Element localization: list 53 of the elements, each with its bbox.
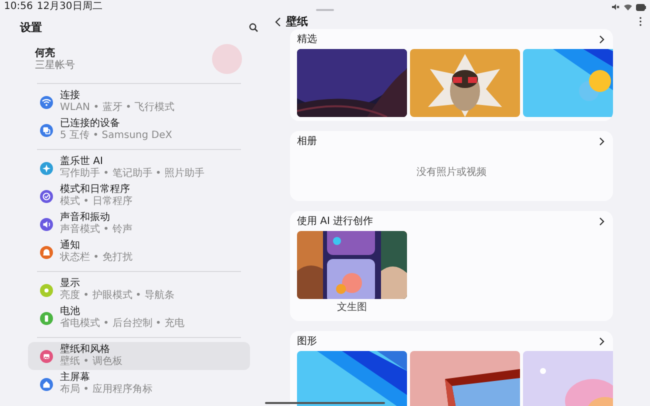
- settings-item[interactable]: 显示 亮度 • 护眼模式 • 导航条: [28, 276, 250, 304]
- item-title: 主屏幕: [60, 372, 91, 384]
- section-title: 相册: [297, 134, 317, 148]
- status-time: 10:56: [4, 1, 33, 13]
- chevron-icon[interactable]: [599, 336, 605, 346]
- item-subtitle: 亮度 • 护眼模式 • 导航条: [60, 290, 175, 302]
- settings-item[interactable]: 壁纸和风格 壁纸 • 调色板: [28, 342, 250, 370]
- item-subtitle: 布局 • 应用程序角标: [60, 384, 152, 396]
- item-subtitle: 声音模式 • 铃声: [60, 224, 132, 236]
- page-title: 设置: [20, 20, 42, 34]
- search-icon[interactable]: [249, 22, 258, 32]
- empty-message: 没有照片或视频: [416, 166, 488, 180]
- item-title: 显示: [60, 278, 81, 290]
- item-subtitle: 模式 • 日常程序: [60, 196, 132, 208]
- page-title: 壁纸: [286, 14, 309, 29]
- item-title: 通知: [60, 240, 81, 252]
- item-title: 模式和日常程序: [60, 184, 131, 196]
- section-title: 图形: [297, 335, 317, 348]
- item-subtitle: WLAN • 蓝牙 • 飞行模式: [60, 102, 175, 114]
- item-subtitle: 省电模式 • 后台控制 • 充电: [60, 318, 185, 330]
- mute-icon: [612, 3, 620, 11]
- settings-item[interactable]: 连接 WLAN • 蓝牙 • 飞行模式: [28, 88, 250, 116]
- drag-handle[interactable]: [316, 9, 334, 11]
- item-title: 壁纸和风格: [60, 344, 111, 356]
- item-title: 已连接的设备: [60, 118, 121, 130]
- more-icon[interactable]: [639, 17, 642, 26]
- account-label: 三星帐号: [35, 60, 75, 72]
- section-title: 使用 AI 进行创作: [297, 214, 374, 228]
- wifi-icon: [624, 3, 632, 11]
- item-subtitle: 写作助手 • 笔记助手 • 照片助手: [60, 168, 205, 180]
- settings-item[interactable]: 通知 状态栏 • 免打扰: [28, 238, 250, 266]
- settings-item[interactable]: 声音和振动 声音模式 • 铃声: [28, 210, 250, 238]
- tile-caption: 文生图: [337, 302, 367, 314]
- chevron-icon[interactable]: [599, 34, 605, 44]
- section-title: 精选: [297, 32, 317, 46]
- item-subtitle: 5 互传 • Samsung DeX: [60, 130, 172, 142]
- chevron-icon[interactable]: [599, 216, 605, 226]
- item-title: 电池: [60, 306, 81, 318]
- settings-item[interactable]: 已连接的设备 5 互传 • Samsung DeX: [28, 116, 250, 144]
- item-subtitle: 状态栏 • 免打扰: [60, 252, 132, 264]
- item-title: 盖乐世 AI: [60, 156, 104, 168]
- settings-item[interactable]: 主屏幕 布局 • 应用程序角标: [28, 370, 250, 398]
- item-title: 连接: [60, 90, 81, 102]
- item-subtitle: 壁纸 • 调色板: [60, 356, 122, 368]
- settings-item[interactable]: 模式和日常程序 模式 • 日常程序: [28, 182, 250, 210]
- back-icon[interactable]: [274, 16, 282, 26]
- settings-item[interactable]: 电池 省电模式 • 后台控制 • 充电: [28, 304, 250, 332]
- chevron-icon[interactable]: [599, 136, 605, 146]
- battery-icon: [636, 4, 646, 10]
- profile-name[interactable]: 何亮: [35, 46, 75, 60]
- settings-item[interactable]: 盖乐世 AI 写作助手 • 笔记助手 • 照片助手: [28, 154, 250, 182]
- item-title: 声音和振动: [60, 212, 111, 224]
- status-date: 12月30日周二: [36, 1, 102, 13]
